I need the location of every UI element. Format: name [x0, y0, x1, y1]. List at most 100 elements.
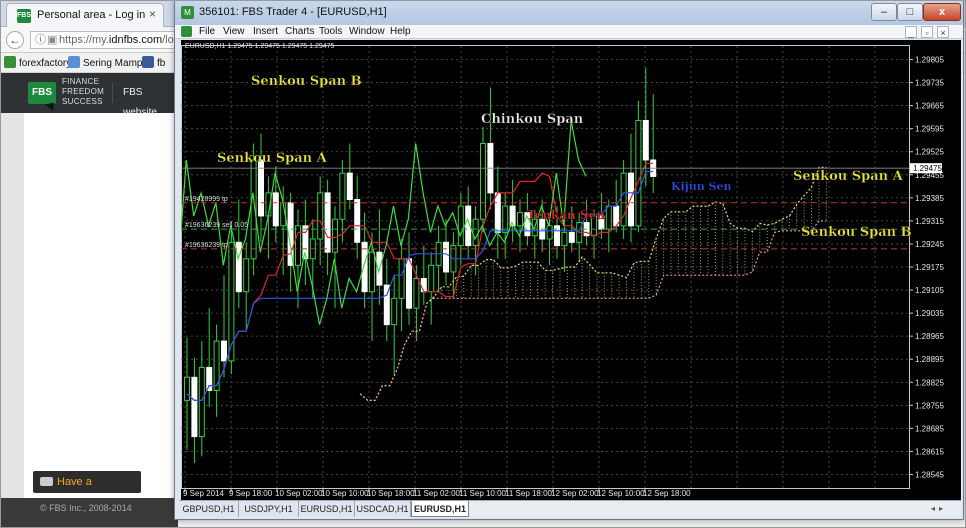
- candle-body: [413, 278, 420, 309]
- time-label: 10 Sep 02:00: [275, 489, 323, 498]
- candle-body: [235, 241, 242, 293]
- mdi-close-button[interactable]: ×: [937, 26, 949, 38]
- candle-body: [642, 119, 649, 161]
- price-label: 1.29665: [915, 102, 944, 111]
- url-field[interactable]: ⓘ ▣ https://my.idnfbs.com/login: [30, 31, 180, 49]
- mt4-window: M 356101: FBS Trader 4 - [EURUSD,H1] – □…: [174, 0, 964, 520]
- menu-insert[interactable]: Insert: [253, 25, 278, 39]
- price-chart[interactable]: 1.29805 1.29735 1.29665 1.29595 1.29525 1.294…: [181, 40, 961, 500]
- tagline-line: FINANCE: [62, 77, 100, 86]
- time-label: 11 Sep 18:00: [505, 489, 553, 498]
- price-label: 1.28615: [915, 447, 944, 456]
- tab-usdcad-h1[interactable]: USDCAD,H1: [355, 501, 411, 517]
- bookmark-label: Sering Mampir: [83, 58, 149, 69]
- page-content-column: [24, 113, 174, 500]
- candle-body: [354, 198, 361, 243]
- back-button[interactable]: ←: [6, 31, 24, 49]
- menu-window[interactable]: Window: [349, 25, 385, 39]
- price-label: 1.28965: [915, 332, 944, 341]
- close-button[interactable]: x: [923, 3, 961, 21]
- candle-body: [346, 172, 353, 200]
- tagline-line: SUCCESS: [62, 97, 103, 106]
- candle-body: [605, 205, 612, 230]
- fbs-website-link[interactable]: FBS website: [112, 83, 178, 118]
- indicator-annotation: Senkou Span A: [217, 151, 328, 166]
- candle-body: [472, 218, 479, 247]
- time-label: 9 Sep 18:00: [229, 489, 273, 498]
- candle-body: [494, 192, 501, 233]
- candle-body: [332, 218, 338, 253]
- candle-body: [406, 258, 412, 309]
- menu-file[interactable]: File: [199, 25, 215, 39]
- candle-body: [568, 231, 575, 243]
- bookmark-forexfactory[interactable]: forexfactory: [4, 56, 71, 69]
- tab-scroll-arrows-icon[interactable]: ◂▸: [931, 504, 947, 513]
- candle-body: [317, 192, 324, 240]
- candle-body: [243, 258, 250, 293]
- menu-charts[interactable]: Charts: [285, 25, 314, 39]
- mt4-menu-bar: File View Insert Charts Tools Window Hel…: [175, 25, 963, 39]
- url-domain: idnfbs.com: [108, 34, 163, 46]
- candle-body: [272, 192, 279, 227]
- tenkan-sen-line: [186, 162, 654, 401]
- bookmark-sering-mampir[interactable]: Sering Mampir: [68, 56, 148, 69]
- price-label: 1.29035: [915, 309, 944, 318]
- menu-tools[interactable]: Tools: [319, 25, 342, 39]
- bookmark-label: forexfactory: [19, 58, 72, 69]
- candle-body: [324, 192, 331, 253]
- candle-body: [628, 172, 634, 227]
- price-label: 1.29175: [915, 263, 944, 272]
- menu-help[interactable]: Help: [390, 25, 411, 39]
- order-label: #19428999 tp: [185, 196, 228, 203]
- candle-body: [295, 225, 301, 266]
- chart-window-icon[interactable]: [181, 26, 192, 37]
- senkou-span-b-line: [359, 220, 827, 401]
- page-footer: © FBS Inc., 2008-2014: [0, 498, 178, 528]
- candle-body: [228, 241, 235, 362]
- tab-eurusd-h1[interactable]: EURUSD,H1: [299, 501, 355, 517]
- time-label: 12 Sep 18:00: [643, 489, 691, 498]
- mt4-title-bar[interactable]: M 356101: FBS Trader 4 - [EURUSD,H1] – □…: [175, 1, 963, 25]
- indicator-annotation: Chinkou Span: [481, 112, 584, 127]
- chart-canvas[interactable]: 1.29805 1.29735 1.29665 1.29595 1.29525 1.294…: [181, 40, 961, 500]
- bookmark-fb[interactable]: fb: [142, 56, 165, 69]
- order-label: #19636239 sell 0.05: [185, 222, 248, 229]
- price-label: 1.29245: [915, 240, 944, 249]
- url-prefix: https://my.: [59, 34, 109, 46]
- info-icon[interactable]: ⓘ: [35, 32, 46, 48]
- maximize-button[interactable]: □: [897, 3, 923, 21]
- chat-bubble-icon: [40, 477, 53, 486]
- minimize-button[interactable]: –: [871, 3, 897, 21]
- candle-body: [457, 205, 464, 247]
- tagline-line: FREEDOM: [62, 87, 105, 96]
- time-label: 12 Sep 02:00: [551, 489, 599, 498]
- candle-body: [443, 241, 449, 273]
- price-label: 1.28685: [915, 424, 944, 433]
- tab-gbpusd-h1[interactable]: GBPUSD,H1: [179, 501, 239, 517]
- candle-body: [191, 376, 198, 438]
- time-label: 10 Sep 18:00: [367, 489, 415, 498]
- close-tab-icon[interactable]: ×: [149, 7, 156, 21]
- indicator-annotation: Tenkan Sen: [527, 208, 605, 222]
- current-price-label: 1.29475: [913, 164, 942, 173]
- tab-eurusd-h1-active[interactable]: EURUSD,H1: [411, 501, 469, 517]
- menu-view[interactable]: View: [223, 25, 245, 39]
- symbol-tabs: GBPUSD,H1 USDJPY,H1 EURUSD,H1 USDCAD,H1 …: [179, 500, 961, 517]
- mdi-restore-button[interactable]: ▫: [921, 26, 933, 38]
- fbs-tagline: FINANCE FREEDOM SUCCESS: [62, 77, 104, 107]
- have-question-button[interactable]: Have a question?: [33, 471, 141, 510]
- time-label: 12 Sep 10:00: [597, 489, 645, 498]
- candle-body: [635, 119, 642, 227]
- indicator-annotation: Senkou Span B: [251, 74, 362, 89]
- candle-body: [428, 264, 435, 293]
- facebook-icon: [142, 56, 154, 68]
- price-label: 1.28545: [915, 470, 944, 479]
- browser-tab[interactable]: FBS Personal area - Log in ×: [6, 3, 164, 27]
- candle-body: [517, 212, 523, 227]
- tab-usdjpy-h1[interactable]: USDJPY,H1: [239, 501, 299, 517]
- price-label: 1.29315: [915, 217, 944, 226]
- candle-body: [391, 297, 398, 326]
- fbs-favicon-icon: FBS: [17, 9, 31, 23]
- candle-body: [398, 258, 405, 299]
- mdi-minimize-button[interactable]: _: [905, 26, 917, 38]
